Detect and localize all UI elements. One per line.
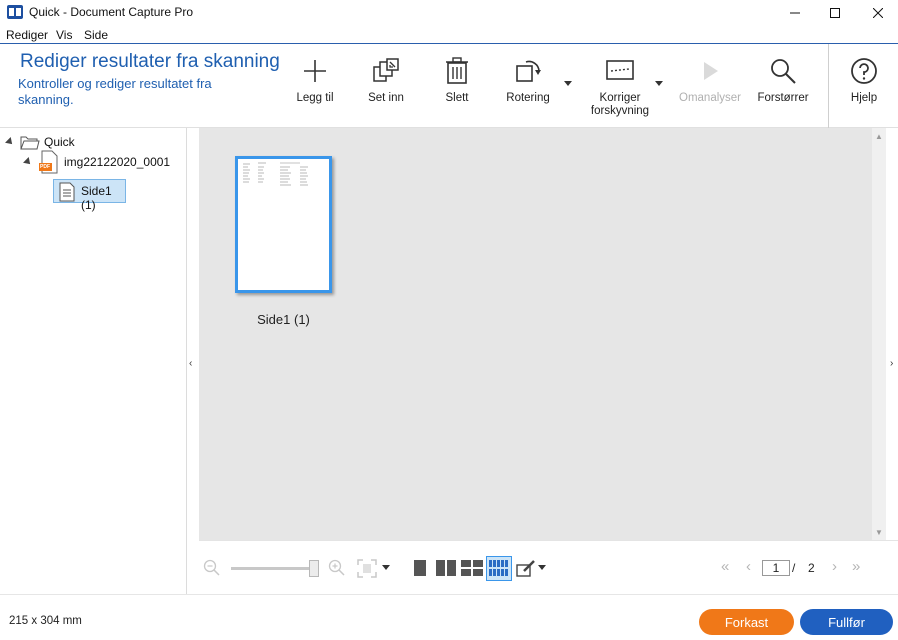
folder-icon (20, 136, 40, 150)
delete-label: Slett (445, 92, 469, 104)
menu-bar: Rediger Vis Side (0, 26, 898, 44)
trash-icon (446, 57, 468, 84)
page-title: Rediger resultater fra skanning (20, 51, 280, 72)
help-button[interactable]: Hjelp (840, 44, 888, 128)
document-preview-icon (243, 162, 308, 186)
pdf-file-icon (39, 150, 58, 174)
magnifier-icon (771, 59, 796, 84)
collapse-left-icon[interactable]: ‹ (189, 358, 192, 369)
menu-rediger[interactable]: Rediger (6, 28, 48, 42)
window-title: Quick - Document Capture Pro (29, 5, 194, 19)
maximize-icon (830, 8, 840, 18)
page-icon (59, 182, 75, 202)
tree-item-root[interactable]: Quick (5, 132, 75, 152)
title-bar: Quick - Document Capture Pro (0, 0, 898, 26)
magnifier-label: Forstørrer (757, 92, 809, 104)
page-number-input[interactable]: 1 (762, 560, 790, 576)
page-subtitle: Kontroller og rediger resultatet fra ska… (18, 76, 212, 107)
collapse-right-icon[interactable]: › (890, 358, 893, 369)
add-label: Legg til (296, 92, 334, 104)
insert-button[interactable]: Set inn (361, 44, 411, 128)
rotate-label: Rotering (506, 92, 550, 104)
zoom-slider-track[interactable] (231, 567, 315, 570)
document-tree: Quick PDF img22122020_0001 Side1 (1) (0, 128, 187, 594)
insert-label: Set inn (368, 92, 404, 104)
four-page-view-icon[interactable] (461, 559, 483, 577)
ribbon-separator (828, 44, 829, 128)
scroll-down-icon[interactable]: ▼ (875, 528, 883, 537)
thumbnail-label: Side1 (1) (257, 312, 310, 327)
insert-icon (373, 58, 399, 82)
add-button[interactable]: Legg til (290, 44, 340, 128)
deskew-label: Korriger forskyvning (590, 92, 650, 117)
help-label: Hjelp (850, 92, 878, 104)
ribbon: Rediger resultater fra skanning Kontroll… (0, 44, 898, 128)
deskew-button[interactable]: Korriger forskyvning (584, 44, 656, 128)
pdf-badge: PDF (40, 164, 50, 170)
discard-button[interactable]: Forkast (699, 609, 794, 635)
maximize-button[interactable] (815, 0, 855, 26)
scroll-up-icon[interactable]: ▲ (875, 132, 883, 141)
tree-file-label: img22122020_0001 (64, 155, 171, 169)
delete-button[interactable]: Slett (432, 44, 482, 128)
edit-tool-icon[interactable] (516, 559, 538, 577)
rotate-button[interactable]: Rotering (500, 44, 556, 128)
minimize-button[interactable] (775, 0, 815, 26)
tree-page-label: Side1 (1) (81, 184, 112, 212)
next-page-icon[interactable]: › (832, 558, 837, 575)
thumbnail-grid-icon (489, 560, 508, 576)
tree-root-label: Quick (44, 135, 75, 149)
close-icon (873, 8, 883, 18)
play-icon (704, 62, 718, 80)
deskew-icon (606, 60, 634, 80)
plus-icon (304, 60, 326, 82)
expand-icon[interactable] (23, 157, 33, 167)
edit-dropdown-caret[interactable] (538, 565, 546, 571)
tree-item-file[interactable]: PDF img22122020_0001 (23, 150, 171, 174)
prev-page-icon[interactable]: ‹ (746, 558, 751, 575)
help-icon (851, 58, 877, 84)
single-page-view-icon[interactable] (413, 559, 427, 577)
finish-button[interactable]: Fullfør (800, 609, 893, 635)
thumbnail-view-button[interactable] (486, 556, 512, 581)
reanalyze-label: Omanalyser (679, 92, 741, 104)
page-thumbnail[interactable] (235, 156, 332, 293)
zoom-in-icon[interactable] (328, 559, 346, 577)
zoom-out-icon[interactable] (203, 559, 221, 577)
rotate-icon (516, 60, 541, 82)
deskew-dropdown-caret[interactable] (655, 81, 663, 86)
two-page-view-icon[interactable] (436, 559, 456, 577)
page-total: 2 (808, 561, 815, 575)
last-page-icon[interactable]: » (852, 558, 860, 575)
magnifier-button[interactable]: Forstørrer (752, 44, 814, 128)
rotate-dropdown-caret[interactable] (564, 81, 572, 86)
paper-size: 215 x 304 mm (9, 615, 82, 627)
zoom-slider-handle[interactable] (309, 560, 319, 577)
app-icon (7, 5, 23, 19)
reanalyze-button[interactable]: Omanalyser (678, 44, 742, 128)
close-button[interactable] (858, 0, 898, 26)
tree-item-page[interactable]: Side1 (1) (53, 179, 126, 212)
first-page-icon[interactable]: « (721, 558, 729, 575)
expand-icon[interactable] (5, 137, 15, 147)
fit-dropdown-caret[interactable] (382, 565, 390, 571)
fit-page-icon[interactable] (357, 559, 379, 579)
menu-vis[interactable]: Vis (56, 28, 72, 42)
menu-side[interactable]: Side (84, 28, 108, 42)
page-view: Side1 (1) (199, 128, 872, 540)
vertical-scrollbar[interactable]: ▲ ▼ (872, 128, 886, 540)
view-toolbar: « ‹ 1 / 2 › » (199, 540, 898, 594)
minimize-icon (790, 12, 800, 14)
status-bar: 215 x 304 mm Forkast Fullfør (0, 594, 898, 640)
page-separator: / (792, 561, 796, 575)
